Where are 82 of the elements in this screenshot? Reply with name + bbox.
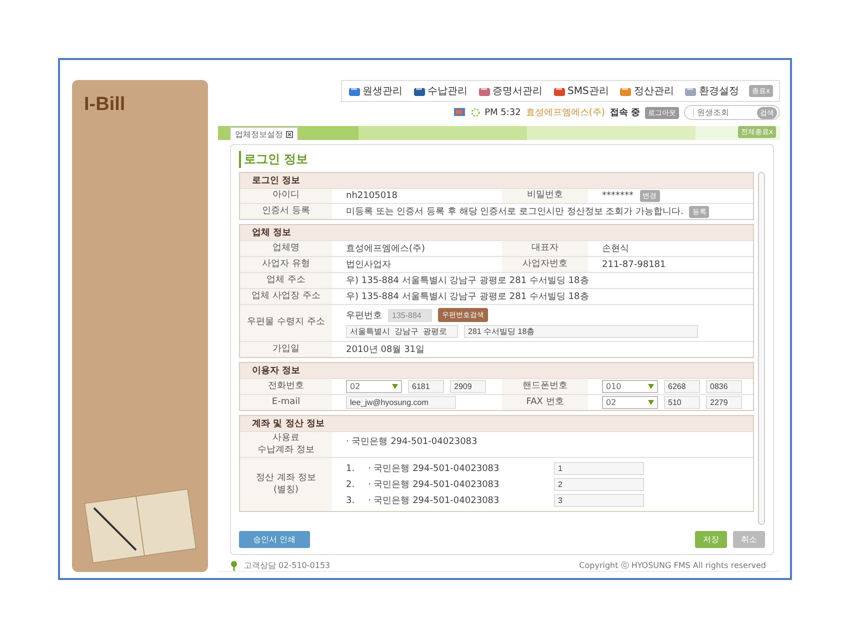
row-label: 사업자번호 — [502, 256, 588, 272]
row-label: 업체 주소 — [240, 272, 332, 288]
dropdown[interactable]: 02 — [602, 396, 658, 409]
field-value: 우) 135-884 서울특별시 강남구 광평로 281 수서빌딩 18층 — [346, 275, 589, 287]
row-label: 사용료 수납계좌 정보 — [240, 432, 332, 458]
row-label: 사업자 유형 — [240, 256, 332, 272]
account-text: · 국민은행 294-501-04023083 — [346, 437, 478, 448]
field-value: 법인사업자 — [346, 259, 391, 271]
row-label: 가입일 — [240, 342, 332, 357]
section-title: 계좌 및 정산 정보 — [240, 416, 753, 431]
account-text: · 국민은행 294-501-04023083 — [368, 479, 500, 492]
row-label: 정산 계좌 정보 (별칭) — [240, 458, 332, 512]
menu-icon — [348, 86, 361, 96]
tree-icon — [230, 560, 238, 570]
phone-field[interactable]: 0836 — [706, 380, 742, 393]
menu-item[interactable]: 환경설정 — [684, 84, 739, 98]
copyright-text: Copyright ⓒ HYOSUNG FMS All rights reserved — [579, 560, 766, 571]
section-title: 업체 정보 — [240, 225, 753, 240]
field-value: 미등록 또는 인증서 등록 후 해당 인증서로 로그인시만 정산정보 조회가 가능합니다. — [346, 206, 684, 218]
scrollbar[interactable] — [758, 172, 765, 525]
dropdown[interactable]: 02 — [346, 380, 402, 393]
status-text: 접속 중 — [610, 107, 640, 119]
field-label: 우편번호 — [346, 310, 382, 322]
menu-icon — [478, 86, 491, 96]
address-field[interactable]: 281 수서빌딩 18층 — [464, 325, 698, 338]
menu-item[interactable]: SMS관리 — [552, 84, 609, 98]
row-label: 아이디 — [240, 188, 332, 204]
field-value: 2010년 08월 31일 — [346, 344, 425, 356]
menu-icon — [552, 86, 566, 96]
menu-item[interactable]: 증명서관리 — [478, 84, 543, 98]
menu-icon — [412, 86, 426, 96]
settings-icon — [684, 86, 697, 96]
alias-field[interactable]: 2 — [554, 478, 644, 492]
field-value: 손현식 — [602, 243, 629, 255]
email-field[interactable]: lee_jw@hyosung.com — [346, 396, 456, 409]
page-title: 로그인 정보 — [239, 151, 765, 168]
section-title: 로그인 정보 — [240, 173, 753, 188]
menu-item[interactable]: 정산관리 — [618, 84, 674, 98]
address-field[interactable]: 서울특별시 강남구 광평로 — [346, 325, 458, 338]
field-value: 효성에프엠에스(주) — [346, 243, 426, 255]
monitor-icon — [452, 107, 466, 118]
menu-item[interactable]: 수납관리 — [412, 84, 468, 98]
menu-item[interactable]: 원생관리 — [348, 84, 403, 98]
alias-field[interactable]: 3 — [554, 494, 644, 508]
row-label: E-mail — [240, 394, 332, 410]
field-value: nh2105018 — [346, 191, 398, 201]
contact-text: 고객상담 02-510-0153 — [244, 560, 330, 571]
list-number: 3. — [346, 496, 356, 506]
alias-field[interactable]: 1 — [554, 462, 644, 476]
account-text: · 국민은행 294-501-04023083 — [368, 495, 500, 508]
row-label: 인증서 등록 — [240, 204, 332, 219]
row-label: 비밀번호 — [502, 188, 588, 204]
company-name: 효성에프엠에스(주) — [526, 107, 605, 119]
field-value: 211-87-98181 — [602, 260, 666, 270]
account-text: · 국민은행 294-501-04023083 — [368, 463, 500, 476]
phone-field[interactable]: 510 — [664, 396, 700, 409]
clock-text: PM 5:32 — [484, 108, 521, 118]
dropdown[interactable]: 010 — [602, 380, 658, 393]
row-label: 업체명 — [240, 240, 332, 256]
phone-field[interactable]: 2279 — [706, 396, 742, 409]
menu-icon — [618, 86, 632, 96]
field-value: ******* — [602, 191, 634, 201]
caret-icon — [648, 384, 654, 389]
list-number: 1. — [346, 464, 356, 474]
row-label: 전화번호 — [240, 378, 332, 394]
phone-field[interactable]: 6181 — [408, 380, 444, 393]
list-number: 2. — [346, 480, 356, 490]
row-label: 핸드폰번호 — [502, 378, 588, 394]
row-label: 우편물 수령지 주소 — [240, 304, 332, 342]
phone-field[interactable]: 6268 — [664, 380, 700, 393]
loading-icon — [470, 108, 480, 117]
caret-icon — [648, 400, 654, 405]
phone-field[interactable]: 2909 — [450, 380, 486, 393]
field-value: 우) 135-884 서울특별시 강남구 광평로 281 수서빌딩 18층 — [346, 291, 589, 303]
caret-icon — [392, 384, 398, 389]
logo: I-Bill — [83, 94, 126, 116]
row-label: FAX 번호 — [502, 394, 588, 410]
section-title: 이용자 정보 — [240, 363, 753, 378]
close-icon[interactable] — [286, 130, 293, 138]
row-label: 대표자 — [502, 240, 588, 256]
row-label: 업체 사업장 주소 — [240, 288, 332, 304]
tab[interactable]: 업체정보설정 — [230, 127, 298, 140]
